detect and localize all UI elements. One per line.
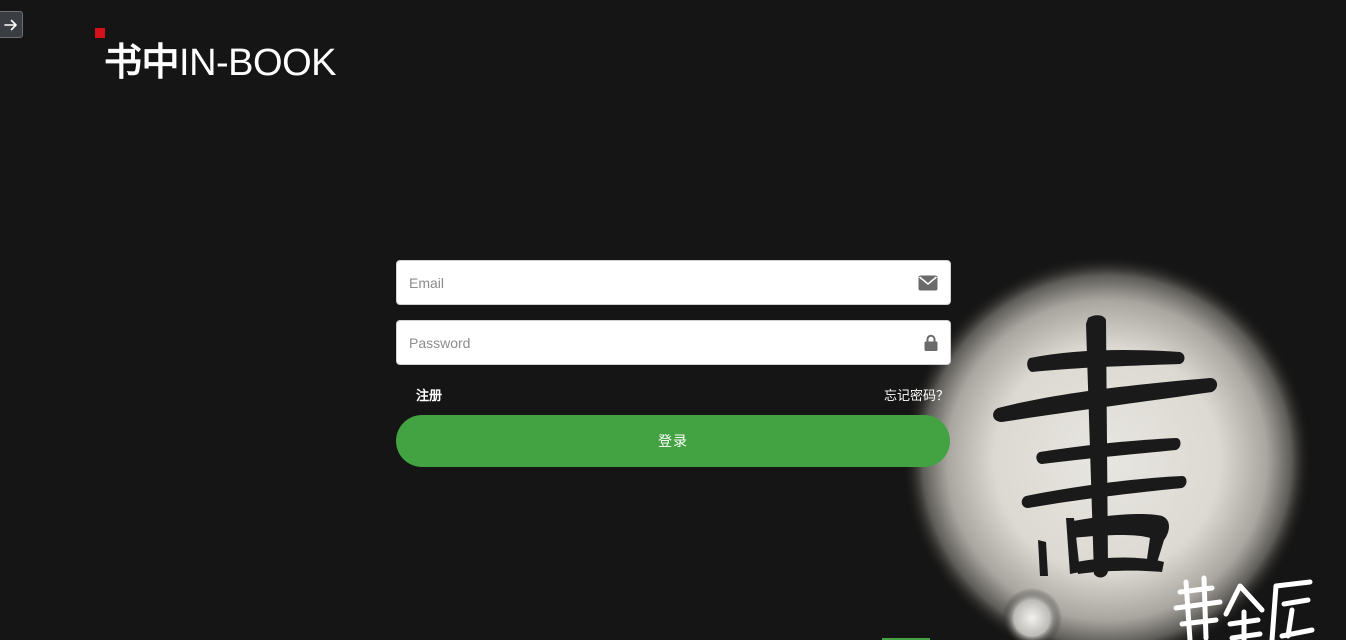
password-field-wrapper: [396, 320, 951, 365]
brand-logo[interactable]: 书中IN-BOOK: [104, 40, 336, 85]
form-links-row: 注册 忘记密码？: [396, 378, 951, 414]
password-input[interactable]: [397, 321, 950, 364]
login-form: 注册 忘记密码？ 登录: [396, 260, 951, 467]
login-button[interactable]: 登录: [396, 415, 950, 467]
envelope-icon: [918, 275, 938, 291]
email-input[interactable]: [397, 261, 950, 304]
email-field-wrapper: [396, 260, 951, 305]
register-link[interactable]: 注册: [416, 385, 442, 404]
sidebar-toggle-button[interactable]: [0, 11, 23, 38]
brand-name-cn: 书中: [104, 40, 180, 84]
calligraphy-main-character: [993, 315, 1218, 578]
lock-icon: [924, 334, 938, 351]
login-page: 书中IN-BOOK Email 注册 忘记密码？ 登录: [0, 0, 1346, 640]
calligraphy-signature: [1173, 575, 1315, 640]
forgot-password-link[interactable]: 忘记密码？: [884, 385, 949, 404]
brand-name-en: IN-BOOK: [179, 42, 336, 84]
arrow-right-icon: [4, 19, 17, 30]
brand-accent-square: [95, 28, 105, 38]
ink-circle: [902, 255, 1312, 640]
ink-dot: [1002, 588, 1062, 640]
